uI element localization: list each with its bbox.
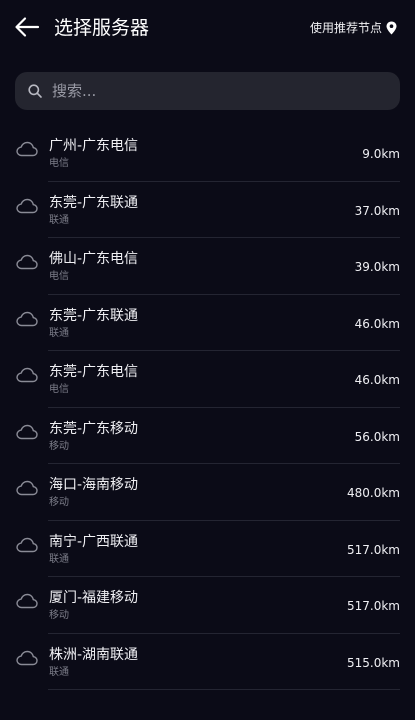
server-distance: 37.0km xyxy=(354,203,400,218)
server-name: 东莞-广东移动 xyxy=(49,420,139,437)
server-name: 南宁-广西联通 xyxy=(49,533,139,550)
server-distance: 46.0km xyxy=(354,373,400,387)
recommend-label: 使用推荐节点 xyxy=(309,21,382,35)
server-isp: 电信 xyxy=(49,158,69,169)
server-isp: 联通 xyxy=(49,666,69,678)
server-name: 广州-广东电信 xyxy=(49,138,139,154)
search-input[interactable] xyxy=(50,75,374,107)
page-title: 选择服务器 xyxy=(54,17,150,39)
use-recommended-node-button[interactable]: 使用推荐节点 xyxy=(310,19,397,37)
server-name: 佛山-广东电信 xyxy=(49,251,139,267)
server-isp: 联通 xyxy=(49,327,69,339)
server-distance: 56.0km xyxy=(354,429,400,444)
server-list-item[interactable]: 株洲-湖南联通联通 515.0km xyxy=(0,634,415,691)
search-bar[interactable] xyxy=(15,72,400,110)
server-list-item[interactable]: 广州-广东电信电信 9.0km xyxy=(0,125,415,182)
server-list: 广州-广东电信 电信 9.0km 东莞-广东联通 联通 37.0km 佛山-广东电信 电信 39… xyxy=(0,125,415,690)
server-list-item[interactable]: 东莞-广东电信电信 46.0km xyxy=(0,351,415,408)
server-list-item[interactable]: 佛山-广东电信电信 39.0km xyxy=(0,238,415,295)
server-name: 厦门-福建移动 xyxy=(49,590,139,606)
cloud-icon xyxy=(16,367,38,383)
server-distance: 480.0km xyxy=(347,486,400,500)
top-bar: 选择服务器 使用推荐节点 xyxy=(0,0,415,58)
server-name: 东莞-广东联通 xyxy=(49,194,139,211)
server-isp: 联通 xyxy=(49,553,69,565)
server-distance: 39.0km xyxy=(354,260,400,274)
cloud-icon xyxy=(16,311,38,327)
server-name: 东莞-广东联通 xyxy=(49,307,139,324)
server-name: 东莞-广东电信 xyxy=(49,364,139,380)
server-list-item[interactable]: 南宁-广西联通联通 517.0km xyxy=(0,521,415,578)
cloud-icon xyxy=(16,480,38,496)
server-list-item[interactable]: 海口-海南移动移动 480.0km xyxy=(0,464,415,521)
server-distance: 515.0km xyxy=(347,655,400,670)
cloud-icon xyxy=(16,141,38,157)
server-select-screen: 选择服务器 使用推荐节点 广州-广东电信电信9.0km东莞-广东联通联通37.0… xyxy=(0,0,415,720)
server-isp: 移动 xyxy=(49,610,69,621)
server-isp: 移动 xyxy=(49,497,69,508)
server-isp: 电信 xyxy=(49,384,69,395)
server-distance: 517.0km xyxy=(347,599,400,613)
arrow-left-icon xyxy=(15,17,40,37)
search-icon xyxy=(28,84,42,98)
server-list-item[interactable]: 东莞-广东移动移动 56.0km xyxy=(0,408,415,465)
cloud-icon xyxy=(16,537,38,553)
server-isp: 联通 xyxy=(49,214,69,226)
server-distance: 9.0km xyxy=(362,147,400,161)
server-name: 株洲-湖南联通 xyxy=(49,646,139,663)
server-list-item[interactable]: 东莞-广东联通联通 37.0km xyxy=(0,182,415,239)
server-isp: 移动 xyxy=(49,440,69,452)
cloud-icon xyxy=(16,593,38,609)
back-button[interactable] xyxy=(12,12,42,42)
location-pin-icon xyxy=(386,21,397,35)
server-distance: 46.0km xyxy=(354,316,400,331)
cloud-icon xyxy=(16,198,38,214)
cloud-icon xyxy=(16,254,38,270)
server-name: 海口-海南移动 xyxy=(49,477,139,493)
server-list-item[interactable]: 东莞-广东联通联通 46.0km xyxy=(0,295,415,352)
server-distance: 517.0km xyxy=(347,542,400,557)
cloud-icon xyxy=(16,424,38,440)
server-list-item[interactable]: 厦门-福建移动移动 517.0km xyxy=(0,577,415,634)
server-isp: 电信 xyxy=(49,271,69,282)
cloud-icon xyxy=(16,650,38,666)
